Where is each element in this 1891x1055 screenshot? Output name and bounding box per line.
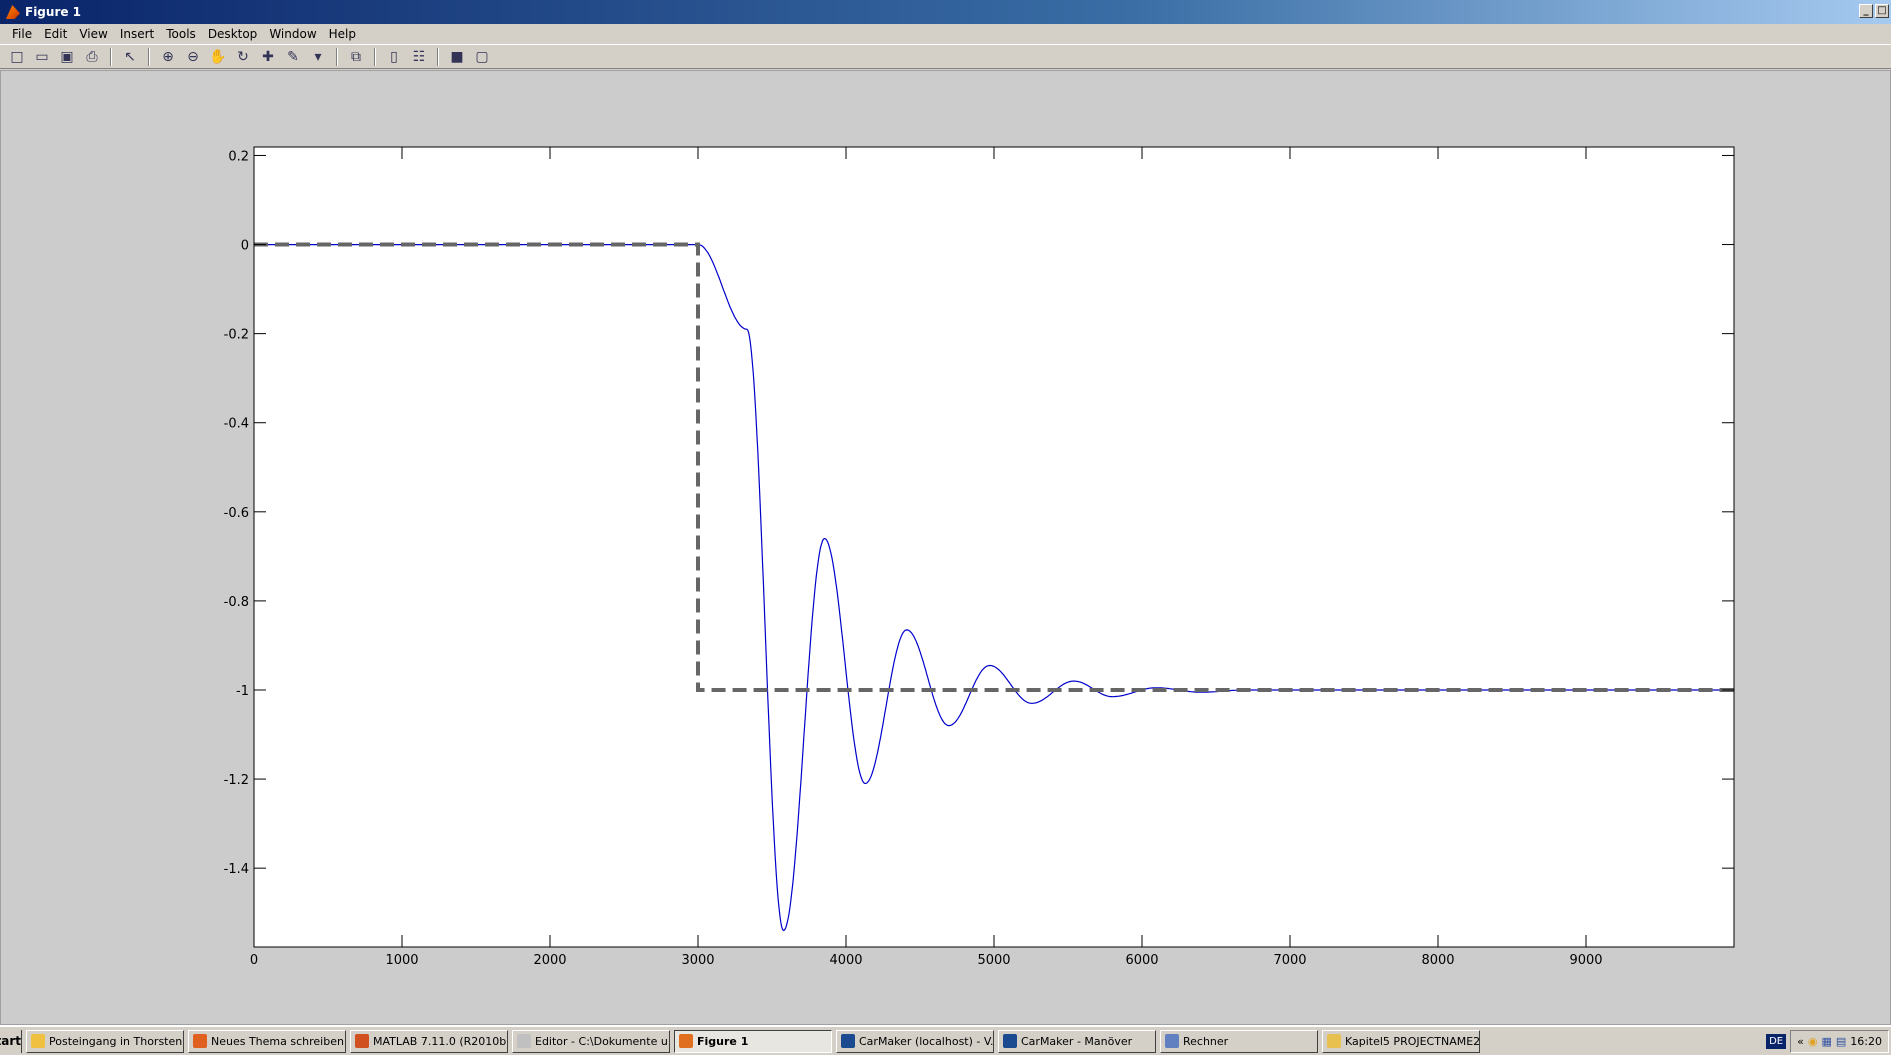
window-title: Figure 1 — [25, 5, 82, 19]
menu-bar: File Edit View Insert Tools Desktop Window Help — [0, 24, 1891, 43]
figure-canvas: 0 1000 2000 3000 4000 5000 6000 7000 8000 9000 0.2… — [0, 70, 1891, 1025]
taskbar-item[interactable]: Rechner — [1160, 1029, 1318, 1053]
x-tick-label: 0 — [250, 953, 258, 968]
toolbar: □ ▭ ▣ ⎙ ↖ ⊕ ⊖ ✋ ↻ ✚ ✎ ▾ ⧉ ▯ ☷ ■ ▢ — [0, 44, 1891, 69]
system-tray: DE « ◉ ▦ ▤ 16:20 — [1766, 1030, 1889, 1053]
show-plot-tools-icon[interactable]: ▢ — [471, 46, 493, 68]
taskbar-item[interactable]: CarMaker - Manöver — [998, 1029, 1156, 1053]
y-tick-label: -0.6 — [224, 506, 249, 521]
toolbar-separator — [374, 47, 376, 66]
menu-window[interactable]: Window — [263, 27, 322, 41]
save-icon[interactable]: ▣ — [56, 46, 78, 68]
menu-file[interactable]: File — [6, 27, 38, 41]
x-tick-label: 2000 — [533, 953, 566, 968]
taskbar-item[interactable]: Neues Thema schreiben ... — [188, 1029, 346, 1053]
brush-icon[interactable]: ✎ — [282, 46, 304, 68]
rotate-3d-icon[interactable]: ↻ — [232, 46, 254, 68]
x-tick-label: 1000 — [385, 953, 418, 968]
taskbar-item-label: CarMaker (localhost) - V... — [859, 1034, 994, 1048]
app-icon — [679, 1034, 693, 1048]
legend-icon[interactable]: ☷ — [408, 46, 430, 68]
x-tick-label: 9000 — [1569, 953, 1602, 968]
taskbar-item[interactable]: Kapitel5 PROJECTNAME2... — [1322, 1029, 1480, 1053]
taskbar: start Posteingang in Thorsten... Neues Th… — [0, 1025, 1891, 1055]
pan-hand-icon[interactable]: ✋ — [207, 46, 229, 68]
print-icon[interactable]: ⎙ — [81, 46, 103, 68]
taskbar-item-label: Figure 1 — [697, 1034, 749, 1048]
y-tick-label: -0.8 — [224, 595, 249, 610]
volume-icon[interactable]: ▤ — [1836, 1035, 1846, 1048]
app-icon — [31, 1034, 45, 1048]
app-icon — [1165, 1034, 1179, 1048]
menu-tools[interactable]: Tools — [160, 27, 202, 41]
tray-app-icon[interactable]: ◉ — [1808, 1035, 1818, 1048]
dropdown-arrow-icon[interactable]: ▾ — [307, 46, 329, 68]
network-icon[interactable]: ▦ — [1821, 1035, 1831, 1048]
zoom-in-icon[interactable]: ⊕ — [157, 46, 179, 68]
x-tick-label: 6000 — [1125, 953, 1158, 968]
y-tick-label: -1.2 — [224, 773, 249, 788]
minimize-button[interactable]: _ — [1859, 4, 1873, 18]
edit-plot-arrow-icon[interactable]: ↖ — [119, 46, 141, 68]
expand-tray-icon[interactable]: « — [1797, 1035, 1804, 1048]
app-icon — [1003, 1034, 1017, 1048]
app-icon — [517, 1034, 531, 1048]
taskbar-item[interactable]: MATLAB 7.11.0 (R2010b) — [350, 1029, 508, 1053]
menu-insert[interactable]: Insert — [114, 27, 160, 41]
menu-view[interactable]: View — [73, 27, 113, 41]
y-tick-label: 0 — [241, 239, 249, 254]
menu-help[interactable]: Help — [323, 27, 362, 41]
app-icon — [193, 1034, 207, 1048]
open-file-icon[interactable]: ▭ — [31, 46, 53, 68]
x-tick-label: 7000 — [1273, 953, 1306, 968]
axes-background — [254, 147, 1734, 947]
menu-desktop[interactable]: Desktop — [202, 27, 264, 41]
toolbar-separator — [437, 47, 439, 66]
x-tick-label: 5000 — [977, 953, 1010, 968]
y-tick-label: -0.4 — [224, 417, 249, 432]
taskbar-item-label: Kapitel5 PROJECTNAME2... — [1345, 1034, 1480, 1048]
toolbar-separator — [110, 47, 112, 66]
taskbar-item-label: Editor - C:\Dokumente u... — [535, 1034, 670, 1048]
title-bar: Figure 1 _ □ — [0, 0, 1891, 24]
taskbar-item[interactable]: CarMaker (localhost) - V... — [836, 1029, 994, 1053]
y-tick-label: -1 — [236, 684, 249, 699]
zoom-out-icon[interactable]: ⊖ — [182, 46, 204, 68]
hide-plot-tools-icon[interactable]: ■ — [446, 46, 468, 68]
app-icon — [355, 1034, 369, 1048]
taskbar-item-label: Neues Thema schreiben ... — [211, 1034, 346, 1048]
y-tick-label: 0.2 — [228, 149, 249, 164]
maximize-button[interactable]: □ — [1875, 4, 1889, 18]
data-cursor-icon[interactable]: ✚ — [257, 46, 279, 68]
taskbar-item-label: Rechner — [1183, 1034, 1229, 1048]
menu-edit[interactable]: Edit — [38, 27, 73, 41]
x-tick-label: 3000 — [681, 953, 714, 968]
app-icon — [1327, 1034, 1341, 1048]
link-plot-icon[interactable]: ⧉ — [345, 46, 367, 68]
taskbar-item[interactable]: Figure 1 — [674, 1029, 832, 1053]
taskbar-item-label: MATLAB 7.11.0 (R2010b) — [373, 1034, 508, 1048]
y-tick-label: -1.4 — [224, 862, 249, 877]
colorbar-icon[interactable]: ▯ — [383, 46, 405, 68]
taskbar-item[interactable]: Editor - C:\Dokumente u... — [512, 1029, 670, 1053]
new-figure-icon[interactable]: □ — [6, 46, 28, 68]
clock: 16:20 — [1850, 1035, 1882, 1048]
taskbar-item-label: CarMaker - Manöver — [1021, 1034, 1133, 1048]
toolbar-separator — [336, 47, 338, 66]
taskbar-item[interactable]: Posteingang in Thorsten... — [26, 1029, 184, 1053]
language-indicator[interactable]: DE — [1766, 1034, 1787, 1049]
plot-axes[interactable]: 0 1000 2000 3000 4000 5000 6000 7000 8000 9000 0.2… — [1, 71, 1891, 1026]
matlab-logo-icon — [6, 5, 20, 19]
toolbar-separator — [148, 47, 150, 66]
app-icon — [841, 1034, 855, 1048]
taskbar-item-label: Posteingang in Thorsten... — [49, 1034, 184, 1048]
x-tick-label: 4000 — [829, 953, 862, 968]
start-button[interactable]: start — [0, 1029, 22, 1053]
x-tick-label: 8000 — [1421, 953, 1454, 968]
y-tick-label: -0.2 — [224, 328, 249, 343]
